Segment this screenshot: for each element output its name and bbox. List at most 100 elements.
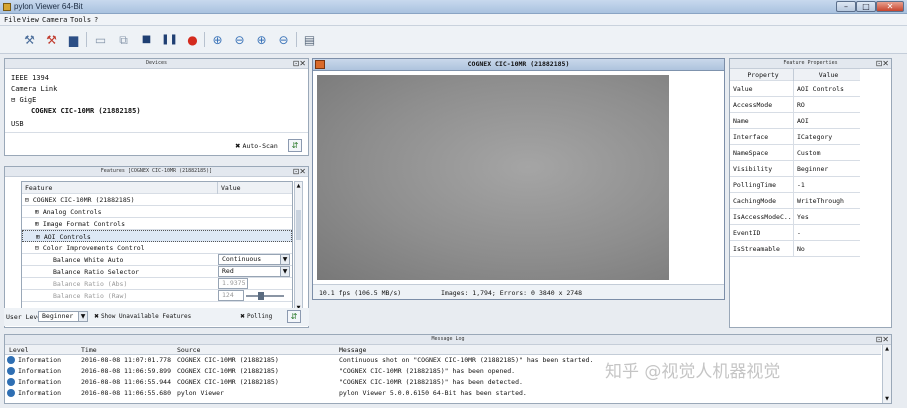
col-time[interactable]: Time bbox=[81, 345, 97, 355]
tree-item-camera-link[interactable]: Camera Link bbox=[11, 85, 57, 93]
record-icon[interactable]: ● bbox=[185, 32, 200, 47]
window-icon[interactable]: ▭ bbox=[93, 32, 108, 47]
scroll-up-icon[interactable]: ▲ bbox=[883, 345, 891, 353]
log-level: Information bbox=[18, 367, 62, 375]
scrollbar-thumb[interactable] bbox=[296, 210, 301, 240]
log-time: 2016-08-08 11:06:55.680 bbox=[81, 389, 172, 397]
camera-image[interactable] bbox=[317, 75, 669, 280]
property-grid: Property Value Value AOI Controls AccessMo… bbox=[730, 69, 860, 327]
zoom-out-icon[interactable]: ⊖ bbox=[232, 32, 247, 47]
log-level: Information bbox=[18, 389, 62, 397]
col-source[interactable]: Source bbox=[177, 345, 200, 355]
tree-item-ieee1394[interactable]: IEEE 1394 bbox=[11, 74, 49, 82]
log-scrollbar[interactable]: ▲ ▼ bbox=[882, 345, 891, 403]
menu-camera[interactable]: Camera bbox=[42, 16, 67, 24]
log-source: COGNEX CIC-10MR (21882185) bbox=[177, 378, 279, 386]
collapse-icon[interactable]: ⊟ bbox=[25, 196, 33, 204]
zoom-fit-icon[interactable]: ⊕ bbox=[254, 32, 269, 47]
feature-grid-scrollbar[interactable]: ▲ ▼ bbox=[294, 181, 303, 313]
save-icon[interactable]: ▆ bbox=[66, 32, 81, 47]
tree-item-camera[interactable]: COGNEX CIC-10MR (21882185) bbox=[31, 107, 141, 115]
property-row[interactable]: CachingMode WriteThrough bbox=[730, 193, 860, 209]
menu-file[interactable]: File bbox=[4, 16, 21, 24]
log-time: 2016-08-08 11:06:55.944 bbox=[81, 378, 172, 386]
device-icon[interactable]: ⚒ bbox=[22, 32, 37, 47]
property-row[interactable]: IsStreamable No bbox=[730, 241, 860, 257]
menu-help[interactable]: ? bbox=[94, 16, 98, 24]
toggle-icon: ✖ bbox=[94, 313, 101, 320]
auto-scan-toggle[interactable]: ✖ Auto-Scan bbox=[235, 142, 278, 150]
property-row[interactable]: AccessMode RO bbox=[730, 97, 860, 113]
log-row[interactable]: Information 2016-08-08 11:06:55.680 pylon … bbox=[5, 388, 881, 399]
balance-ratio-slider[interactable] bbox=[246, 295, 284, 297]
show-unavailable-toggle[interactable]: ✖ Show Unavailable Features bbox=[94, 313, 191, 320]
refresh-button[interactable]: ⇵ bbox=[288, 139, 302, 152]
panel-dock-close-icon[interactable]: ⊡✕ bbox=[876, 335, 889, 344]
feature-row-selected[interactable]: ⊞ AOI Controls bbox=[22, 230, 292, 242]
stop-icon[interactable]: ■ bbox=[139, 32, 154, 47]
property-row[interactable]: EventID - bbox=[730, 225, 860, 241]
refresh-button[interactable]: ⇵ bbox=[287, 310, 301, 323]
pause-icon[interactable]: ❚❚ bbox=[161, 32, 178, 47]
log-message: "COGNEX CIC-10MR (21882185)" has been op… bbox=[339, 367, 516, 375]
info-icon bbox=[7, 378, 15, 386]
balance-white-auto-select[interactable]: Continuous ▼ bbox=[218, 254, 290, 265]
balance-ratio-selector-select[interactable]: Red ▼ bbox=[218, 266, 290, 277]
user-level-select[interactable]: Beginner ▼ bbox=[38, 311, 88, 322]
toolbar: ⚒ ⚒ ▆ ▭ ⧉ ■ ❚❚ ● ⊕ ⊖ ⊕ ⊖ ▤ bbox=[0, 26, 907, 54]
tree-item-usb[interactable]: USB bbox=[11, 120, 24, 128]
layout-icon[interactable]: ▤ bbox=[302, 32, 317, 47]
tree-item-gige[interactable]: ⊟ GigE bbox=[11, 96, 36, 104]
feature-row[interactable]: ⊞ Image Format Controls bbox=[22, 218, 292, 230]
collapse-icon[interactable]: ⊟ bbox=[35, 244, 43, 252]
minimize-button[interactable]: – bbox=[836, 1, 856, 12]
property-row[interactable]: Value AOI Controls bbox=[730, 81, 860, 97]
maximize-button[interactable]: □ bbox=[856, 1, 876, 12]
balance-ratio-raw-stepper[interactable]: 124 bbox=[218, 290, 244, 301]
property-row[interactable]: IsAccessModeC... Yes bbox=[730, 209, 860, 225]
fps-readout: 10.1 fps (106.5 MB/s) bbox=[319, 289, 402, 297]
property-name: PollingTime bbox=[730, 177, 794, 193]
app-icon bbox=[3, 3, 11, 11]
slider-handle[interactable] bbox=[258, 292, 264, 300]
property-value: Custom bbox=[797, 149, 821, 157]
refresh-devices-icon[interactable]: ⚒ bbox=[44, 32, 59, 47]
feature-row[interactable]: ⊟ COGNEX CIC-10MR (21882185) bbox=[22, 194, 292, 206]
panel-dock-close-icon[interactable]: ⊡✕ bbox=[293, 59, 306, 68]
scroll-down-icon[interactable]: ▼ bbox=[883, 395, 891, 403]
feature-row[interactable]: ⊟ Color Improvements Control bbox=[22, 242, 292, 254]
feature-properties-panel: Feature Properties ⊡✕ Property Value Val… bbox=[729, 58, 892, 328]
device-tree: IEEE 1394 Camera Link ⊟ GigE COGNEX CIC-… bbox=[5, 69, 308, 133]
window-titlebar: pylon Viewer 64-Bit – □ ✕ bbox=[0, 0, 907, 14]
property-row[interactable]: Interface ICategory bbox=[730, 129, 860, 145]
scroll-up-icon[interactable]: ▲ bbox=[295, 182, 302, 190]
property-name: EventID bbox=[730, 225, 794, 241]
property-row[interactable]: NameSpace Custom bbox=[730, 145, 860, 161]
close-button[interactable]: ✕ bbox=[876, 1, 904, 12]
dropdown-arrow-icon: ▼ bbox=[280, 255, 289, 264]
panel-dock-close-icon[interactable]: ⊡✕ bbox=[876, 59, 889, 68]
balance-ratio-abs-field[interactable]: 1.9375 bbox=[218, 278, 248, 289]
zoom-in-icon[interactable]: ⊕ bbox=[210, 32, 225, 47]
zoom-reset-icon[interactable]: ⊖ bbox=[276, 32, 291, 47]
property-row[interactable]: Name AOI bbox=[730, 113, 860, 129]
col-message[interactable]: Message bbox=[339, 345, 366, 355]
feature-row[interactable]: ⊞ Analog Controls bbox=[22, 206, 292, 218]
feature-row[interactable]: Balance Ratio (Abs) 1.9375 bbox=[22, 278, 292, 290]
log-time: 2016-08-08 11:07:01.778 bbox=[81, 356, 172, 364]
feature-row[interactable]: Balance Ratio Selector Red ▼ bbox=[22, 266, 292, 278]
property-value: -1 bbox=[797, 181, 805, 189]
property-row[interactable]: PollingTime -1 bbox=[730, 177, 860, 193]
windows-icon[interactable]: ⧉ bbox=[116, 32, 131, 47]
property-row[interactable]: Visibility Beginner bbox=[730, 161, 860, 177]
expand-icon[interactable]: ⊞ bbox=[36, 233, 44, 241]
panel-dock-close-icon[interactable]: ⊡✕ bbox=[293, 167, 306, 176]
polling-toggle[interactable]: ✖ Polling bbox=[240, 313, 272, 320]
menu-tools[interactable]: Tools bbox=[70, 16, 91, 24]
expand-icon[interactable]: ⊞ bbox=[35, 208, 43, 216]
col-level[interactable]: Level bbox=[9, 345, 29, 355]
menu-view[interactable]: View bbox=[22, 16, 39, 24]
expand-icon[interactable]: ⊞ bbox=[35, 220, 43, 228]
feature-row[interactable]: Balance Ratio (Raw) 124 bbox=[22, 290, 292, 302]
feature-row[interactable]: Balance White Auto Continuous ▼ bbox=[22, 254, 292, 266]
